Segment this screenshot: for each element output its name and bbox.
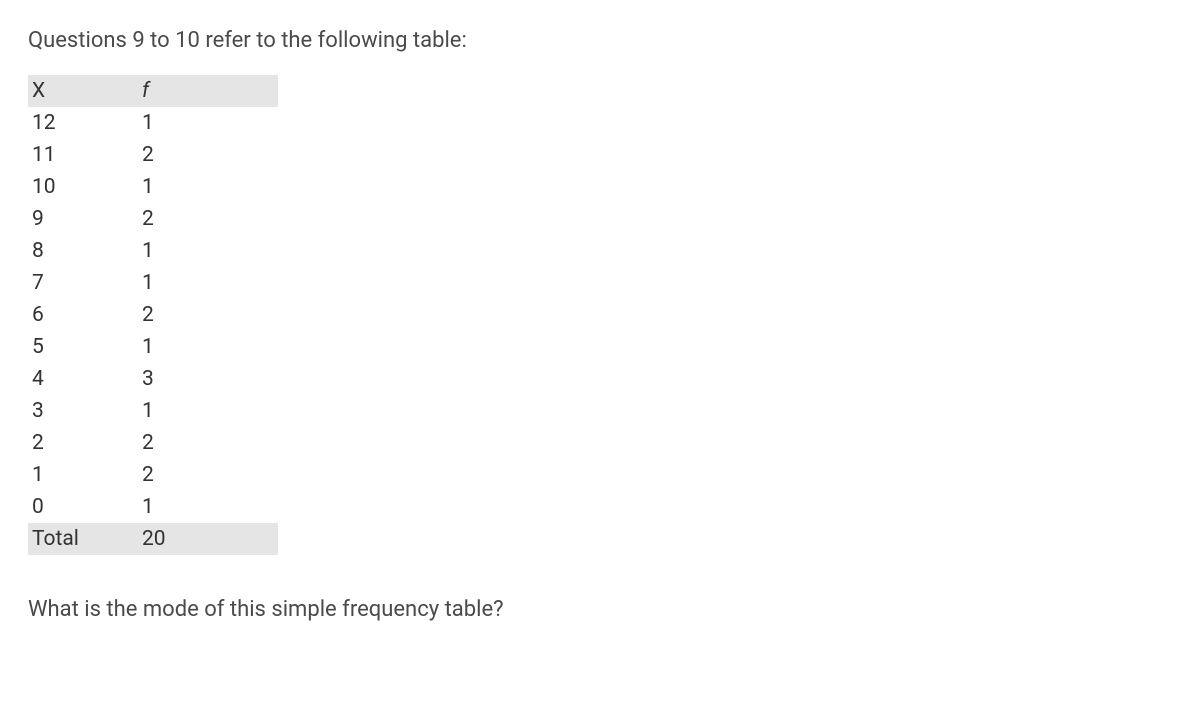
cell-f: 2 [138, 203, 278, 235]
table-row: 8 1 [28, 235, 278, 267]
total-label: Total [28, 523, 138, 555]
table-header-row: X f [28, 75, 278, 107]
intro-text: Questions 9 to 10 refer to the following… [28, 28, 1172, 53]
cell-f: 1 [138, 171, 278, 203]
cell-x: 1 [28, 459, 138, 491]
table-row: 1 2 [28, 459, 278, 491]
cell-f: 2 [138, 139, 278, 171]
cell-f: 2 [138, 299, 278, 331]
question-text: What is the mode of this simple frequenc… [28, 597, 1172, 622]
cell-f: 1 [138, 491, 278, 523]
table-row: 11 2 [28, 139, 278, 171]
cell-f: 1 [138, 235, 278, 267]
cell-f: 1 [138, 107, 278, 139]
header-x: X [28, 75, 138, 107]
cell-x: 10 [28, 171, 138, 203]
cell-f: 2 [138, 459, 278, 491]
table-total-row: Total 20 [28, 523, 278, 555]
cell-f: 2 [138, 427, 278, 459]
total-value: 20 [138, 523, 278, 555]
cell-x: 9 [28, 203, 138, 235]
cell-x: 3 [28, 395, 138, 427]
table-row: 6 2 [28, 299, 278, 331]
table-row: 4 3 [28, 363, 278, 395]
cell-f: 1 [138, 331, 278, 363]
table-row: 3 1 [28, 395, 278, 427]
cell-x: 11 [28, 139, 138, 171]
cell-f: 3 [138, 363, 278, 395]
table-row: 9 2 [28, 203, 278, 235]
cell-x: 6 [28, 299, 138, 331]
cell-f: 1 [138, 395, 278, 427]
table-row: 5 1 [28, 331, 278, 363]
frequency-table: X f 12 1 11 2 10 1 9 2 8 1 7 1 6 2 5 1 4… [28, 75, 278, 555]
cell-x: 8 [28, 235, 138, 267]
table-row: 7 1 [28, 267, 278, 299]
table-row: 2 2 [28, 427, 278, 459]
cell-x: 7 [28, 267, 138, 299]
cell-x: 5 [28, 331, 138, 363]
table-row: 12 1 [28, 107, 278, 139]
cell-x: 0 [28, 491, 138, 523]
cell-f: 1 [138, 267, 278, 299]
table-row: 0 1 [28, 491, 278, 523]
header-f: f [138, 75, 278, 107]
table-row: 10 1 [28, 171, 278, 203]
cell-x: 2 [28, 427, 138, 459]
cell-x: 4 [28, 363, 138, 395]
cell-x: 12 [28, 107, 138, 139]
